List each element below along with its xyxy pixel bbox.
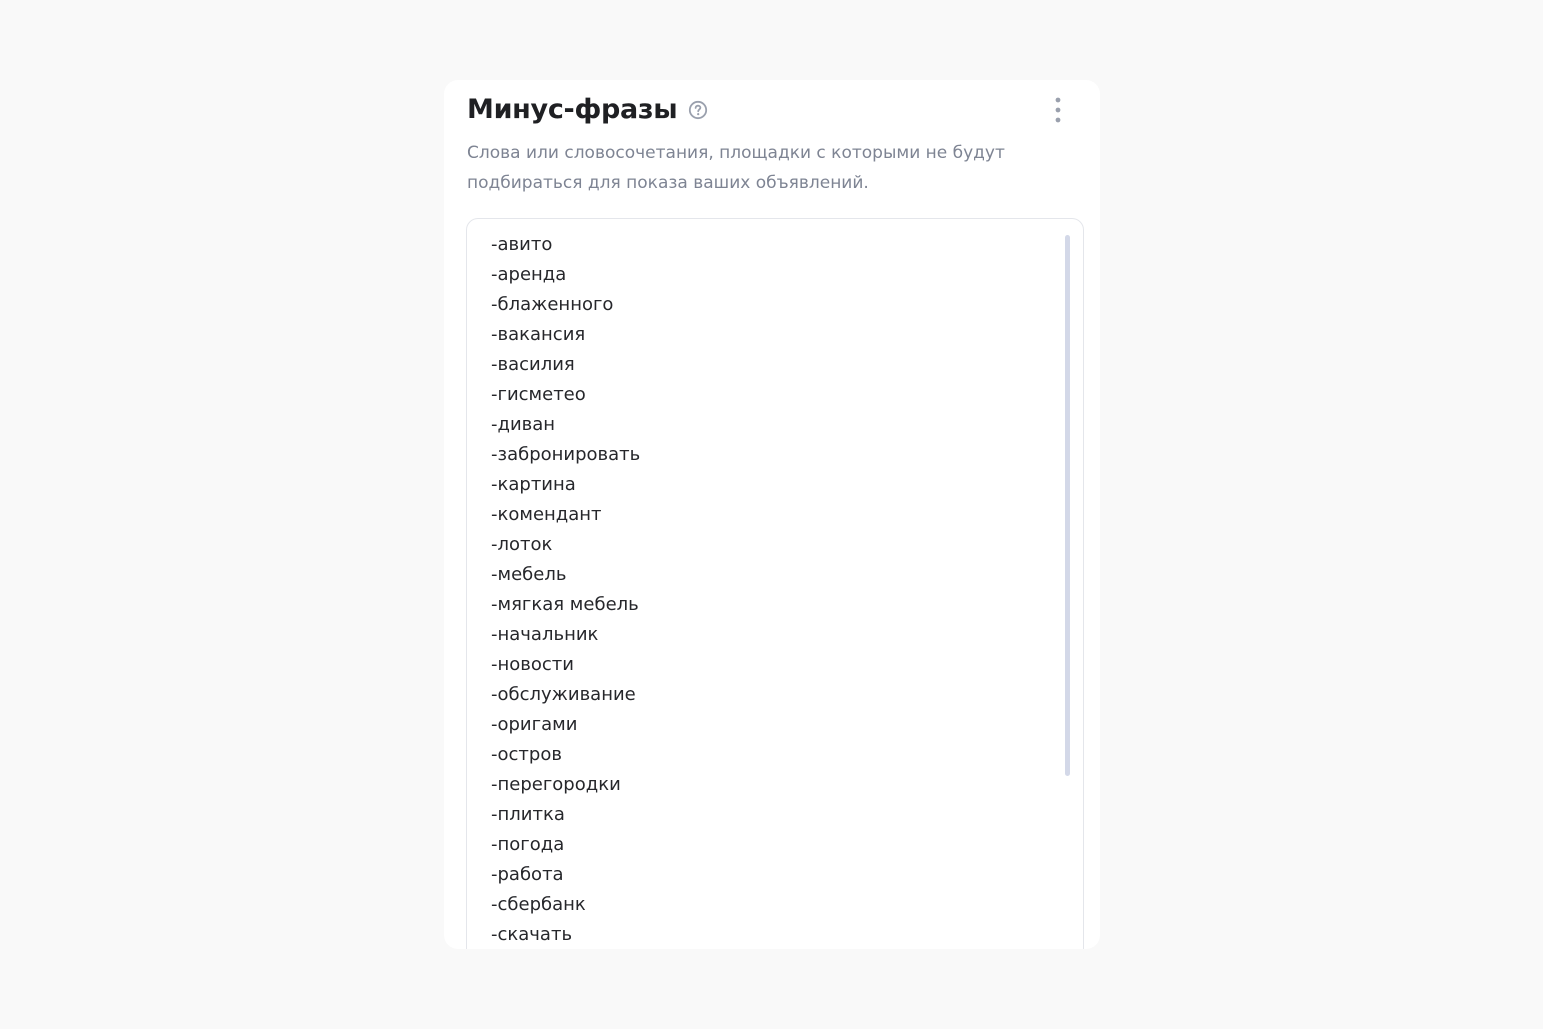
help-icon[interactable] bbox=[688, 100, 708, 120]
more-vertical-icon[interactable] bbox=[1042, 94, 1074, 126]
phrase-item: -начальник bbox=[491, 624, 599, 645]
phrase-item: -мягкая мебель bbox=[491, 594, 639, 615]
phrase-item: -перегородки bbox=[491, 774, 621, 795]
phrase-item: -гисметео bbox=[491, 384, 586, 405]
phrase-item: -картина bbox=[491, 474, 576, 495]
phrase-item: -лоток bbox=[491, 534, 553, 555]
phrase-item: -комендант bbox=[491, 504, 602, 525]
phrase-item: -авито bbox=[491, 234, 553, 255]
phrase-item: -плитка bbox=[491, 804, 565, 825]
minus-phrases-card: Минус-фразы Слова или словосочетания, пл… bbox=[444, 80, 1100, 949]
phrase-item: -скачать bbox=[491, 924, 573, 945]
phrase-item: -остров bbox=[491, 744, 562, 765]
phrase-item: -василия bbox=[491, 354, 575, 375]
phrase-item: -диван bbox=[491, 414, 556, 435]
phrase-item: -вакансия bbox=[491, 324, 586, 345]
minus-phrases-textarea[interactable]: -авито -аренда -блаженного -вакансия -васили… bbox=[466, 218, 1084, 949]
scrollbar[interactable] bbox=[1065, 235, 1070, 776]
phrase-item: -обслуживание bbox=[491, 684, 636, 705]
phrase-item: -новости bbox=[491, 654, 574, 675]
phrase-item: -мебель bbox=[491, 564, 567, 585]
phrase-item: -забронировать bbox=[491, 444, 641, 465]
phrase-item: -сбербанк bbox=[491, 894, 586, 915]
card-description: Слова или словосочетания, площадки с кот… bbox=[467, 143, 1005, 193]
phrase-item: -блаженного bbox=[491, 294, 614, 315]
phrases-list: -авито -аренда -блаженного -вакансия -васили… bbox=[491, 230, 1053, 949]
phrase-item: -работа bbox=[491, 864, 564, 885]
phrase-item: -оригами bbox=[491, 714, 578, 735]
phrase-item: -аренда bbox=[491, 264, 567, 285]
phrase-item: -погода bbox=[491, 834, 565, 855]
card-title: Минус-фразы bbox=[467, 94, 678, 125]
card-header: Минус-фразы bbox=[467, 92, 1084, 128]
